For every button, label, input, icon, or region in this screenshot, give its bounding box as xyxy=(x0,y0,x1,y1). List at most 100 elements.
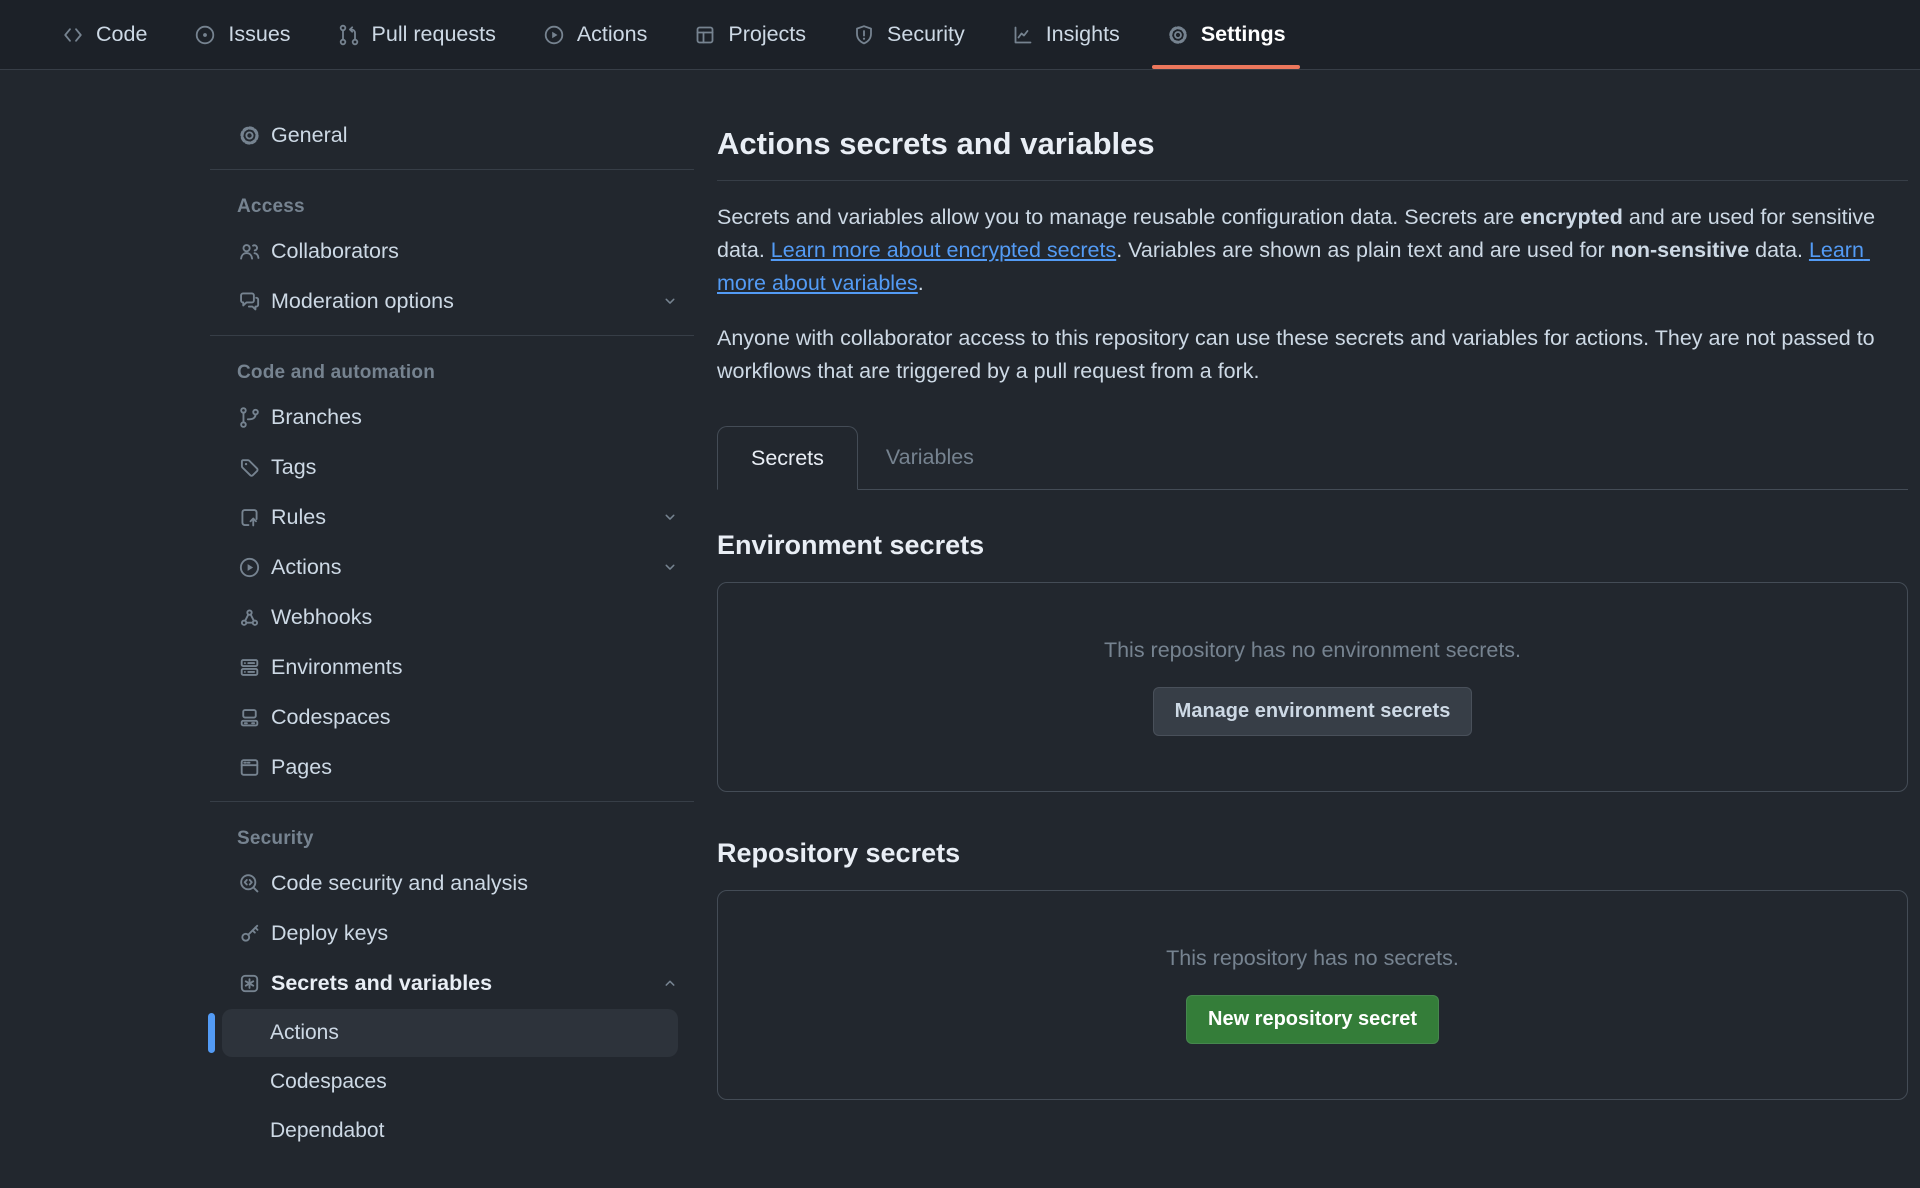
intro-text: data. xyxy=(1749,238,1809,262)
sidebar-subitem-label: Codespaces xyxy=(222,1058,678,1106)
sidebar-subitem-label: Actions xyxy=(222,1009,678,1057)
environment-secrets-box: This repository has no environment secre… xyxy=(717,582,1908,792)
sidebar-item-label: Deploy keys xyxy=(271,921,388,946)
browser-icon xyxy=(237,755,262,780)
collaborator-note: Anyone with collaborator access to this … xyxy=(717,322,1908,388)
link-encrypted-secrets[interactable]: Learn more about encrypted secrets xyxy=(771,238,1116,262)
sidebar-item-label: Branches xyxy=(271,405,362,430)
sidebar-item-deploy-keys[interactable]: Deploy keys xyxy=(210,908,694,958)
sidebar-item-label: Pages xyxy=(271,755,332,780)
sidebar-item-label: Webhooks xyxy=(271,605,372,630)
sidebar-subitem-actions[interactable]: Actions xyxy=(210,1009,694,1057)
sidebar-item-label: Tags xyxy=(271,455,316,480)
tab-variables[interactable]: Variables xyxy=(858,426,1002,489)
sidebar-item-label: Actions xyxy=(271,555,342,580)
comment-discussion-icon xyxy=(237,289,262,314)
sidebar-item-label: Collaborators xyxy=(271,239,399,264)
nav-tab-label: Pull requests xyxy=(372,22,496,47)
main-content: Actions secrets and variables Secrets an… xyxy=(717,110,1908,1156)
chevron-up-icon xyxy=(660,973,680,993)
nav-tab-actions[interactable]: Actions xyxy=(519,0,671,69)
repository-secrets-box: This repository has no secrets. New repo… xyxy=(717,890,1908,1100)
chevron-down-icon xyxy=(660,557,680,577)
intro-text: . xyxy=(918,271,924,295)
git-pull-request-icon xyxy=(337,23,361,47)
sidebar-section-title-code-automation: Code and automation xyxy=(210,336,694,392)
nav-tab-pull-requests[interactable]: Pull requests xyxy=(314,0,519,69)
intro-bold-non-sensitive: non-sensitive xyxy=(1611,238,1750,262)
sidebar-item-moderation-options[interactable]: Moderation options xyxy=(210,276,694,326)
nav-tab-security[interactable]: Security xyxy=(829,0,988,69)
server-icon xyxy=(237,655,262,680)
play-icon xyxy=(542,23,566,47)
intro-paragraph: Secrets and variables allow you to manag… xyxy=(717,201,1908,300)
new-repository-secret-button[interactable]: New repository secret xyxy=(1186,995,1439,1044)
sidebar-item-pages[interactable]: Pages xyxy=(210,742,694,792)
sidebar-item-label: Environments xyxy=(271,655,402,680)
nav-tab-issues[interactable]: Issues xyxy=(170,0,313,69)
sidebar-item-code-security[interactable]: Code security and analysis xyxy=(210,858,694,908)
key-asterisk-icon xyxy=(237,971,262,996)
secrets-variables-tabbar: Secrets Variables xyxy=(717,426,1908,490)
webhook-icon xyxy=(237,605,262,630)
settings-sidebar: General Access Collaborators Moderation … xyxy=(210,110,694,1156)
selected-accent-bar xyxy=(208,1013,215,1053)
sidebar-section-title-security: Security xyxy=(210,802,694,858)
nav-tab-code[interactable]: Code xyxy=(38,0,170,69)
nav-tab-insights[interactable]: Insights xyxy=(988,0,1143,69)
sidebar-item-general[interactable]: General xyxy=(210,110,694,160)
sidebar-item-label: General xyxy=(271,123,348,148)
nav-tab-settings[interactable]: Settings xyxy=(1143,0,1309,69)
sidebar-item-webhooks[interactable]: Webhooks xyxy=(210,592,694,642)
sidebar-item-label: Code security and analysis xyxy=(271,871,528,896)
sidebar-item-secrets-and-variables[interactable]: Secrets and variables xyxy=(210,958,694,1008)
nav-tab-label: Actions xyxy=(577,22,648,47)
sidebar-item-label: Secrets and variables xyxy=(271,971,492,996)
nav-tab-label: Code xyxy=(96,22,147,47)
git-branch-icon xyxy=(237,405,262,430)
tag-icon xyxy=(237,455,262,480)
graph-icon xyxy=(1011,23,1035,47)
chevron-down-icon xyxy=(660,291,680,311)
intro-bold-encrypted: encrypted xyxy=(1520,205,1623,229)
codespaces-icon xyxy=(237,705,262,730)
sidebar-subitem-dependabot[interactable]: Dependabot xyxy=(210,1107,694,1155)
environment-secrets-empty-text: This repository has no environment secre… xyxy=(1104,638,1521,663)
gear-icon xyxy=(237,123,262,148)
sidebar-item-collaborators[interactable]: Collaborators xyxy=(210,226,694,276)
sidebar-section-title-access: Access xyxy=(210,170,694,226)
gear-icon xyxy=(1166,23,1190,47)
nav-tab-label: Issues xyxy=(228,22,290,47)
nav-tab-label: Settings xyxy=(1201,22,1286,47)
repo-nav: Code Issues Pull requests Actions Projec… xyxy=(0,0,1920,70)
intro-text: . Variables are shown as plain text and … xyxy=(1116,238,1610,262)
nav-tab-label: Security xyxy=(887,22,965,47)
sidebar-item-actions[interactable]: Actions xyxy=(210,542,694,592)
repository-secrets-empty-text: This repository has no secrets. xyxy=(1166,946,1459,971)
play-icon xyxy=(237,555,262,580)
sidebar-item-branches[interactable]: Branches xyxy=(210,392,694,442)
sidebar-item-environments[interactable]: Environments xyxy=(210,642,694,692)
sidebar-item-tags[interactable]: Tags xyxy=(210,442,694,492)
table-icon xyxy=(693,23,717,47)
sidebar-item-label: Codespaces xyxy=(271,705,391,730)
issue-opened-icon xyxy=(193,23,217,47)
sidebar-subitem-codespaces[interactable]: Codespaces xyxy=(210,1058,694,1106)
sidebar-item-label: Rules xyxy=(271,505,326,530)
nav-tab-projects[interactable]: Projects xyxy=(670,0,829,69)
key-icon xyxy=(237,921,262,946)
code-icon xyxy=(61,23,85,47)
intro-text: Secrets and variables allow you to manag… xyxy=(717,205,1520,229)
nav-tab-label: Insights xyxy=(1046,22,1120,47)
sidebar-item-rules[interactable]: Rules xyxy=(210,492,694,542)
rules-icon xyxy=(237,505,262,530)
code-scan-icon xyxy=(237,871,262,896)
sidebar-item-codespaces[interactable]: Codespaces xyxy=(210,692,694,742)
settings-layout: General Access Collaborators Moderation … xyxy=(0,70,1920,1156)
environment-secrets-heading: Environment secrets xyxy=(717,530,1908,561)
tab-secrets[interactable]: Secrets xyxy=(717,426,858,490)
people-icon xyxy=(237,239,262,264)
manage-environment-secrets-button[interactable]: Manage environment secrets xyxy=(1153,687,1473,736)
repository-secrets-heading: Repository secrets xyxy=(717,838,1908,869)
nav-tab-label: Projects xyxy=(728,22,806,47)
